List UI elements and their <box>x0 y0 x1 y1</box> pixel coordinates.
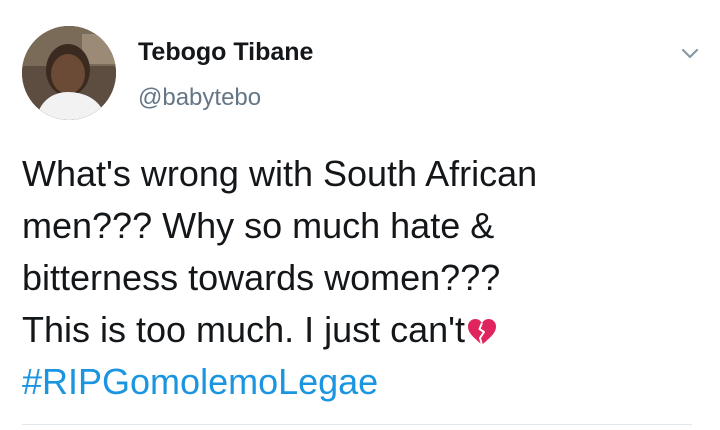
tweet-text-line: men??? Why so much hate & <box>22 205 495 246</box>
author-handle[interactable]: @babytebo <box>138 84 261 112</box>
tweet-menu-button[interactable] <box>676 40 704 68</box>
chevron-down-icon <box>681 48 699 59</box>
tweet-text-line: What's wrong with South African <box>22 153 538 194</box>
tweet-text-segment: This is too much. I just can't <box>22 309 466 350</box>
tweet-card: Tebogo Tibane @babytebo What's wrong wit… <box>0 0 720 430</box>
tweet-text-line: This is too much. I just can't <box>22 304 702 356</box>
divider <box>22 424 692 425</box>
author-display-name[interactable]: Tebogo Tibane <box>138 38 313 67</box>
hashtag-link[interactable]: #RIPGomolemoLegae <box>22 356 702 408</box>
broken-heart-icon <box>468 319 497 346</box>
avatar[interactable] <box>22 26 116 120</box>
tweet-text: What's wrong with South African men??? W… <box>22 148 702 408</box>
tweet-text-line: bitterness towards women??? <box>22 257 501 298</box>
